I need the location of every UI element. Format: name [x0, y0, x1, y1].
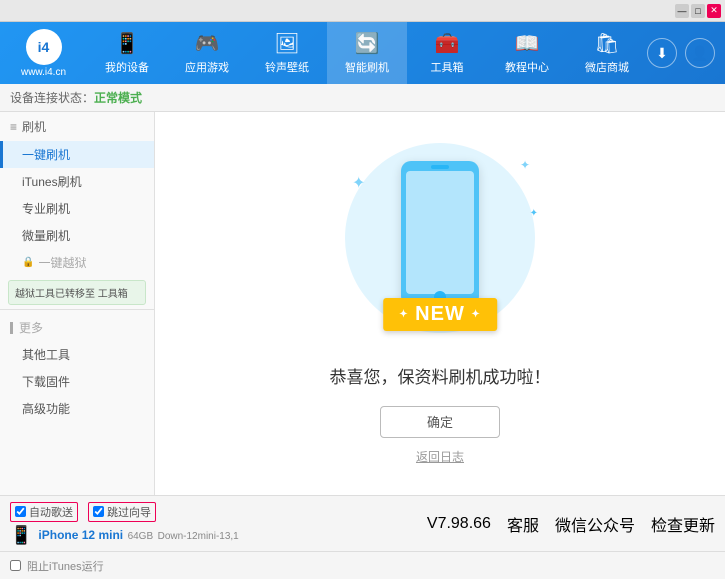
- nav-toolbox-icon: 🧰: [435, 31, 460, 56]
- user-button[interactable]: 👤: [685, 38, 715, 68]
- nav-apps[interactable]: 🎮 应用游戏: [167, 22, 247, 84]
- nav-apps-label: 应用游戏: [185, 59, 229, 75]
- sparkle-2: ✦: [520, 158, 530, 172]
- sidebar-item-download-fw[interactable]: 下载固件: [0, 368, 154, 395]
- sidebar-item-advanced[interactable]: 高级功能: [0, 395, 154, 422]
- nav-toolbox[interactable]: 🧰 工具箱: [407, 22, 487, 84]
- sparkle-3: ✦: [530, 208, 538, 219]
- maximize-button[interactable]: □: [691, 4, 705, 18]
- title-bar: — □ ✕: [0, 0, 725, 22]
- back-log-link[interactable]: 返回日志: [416, 448, 464, 465]
- sidebar-flash-label: 刷机: [22, 118, 46, 135]
- nav-right: ⬇ 👤: [647, 38, 725, 68]
- device-phone-icon: 📱: [10, 525, 32, 546]
- sidebar-item-itunes[interactable]: iTunes刷机: [0, 168, 154, 195]
- nav-smart-flash[interactable]: 🔄 智能刷机: [327, 22, 407, 84]
- checkbox-skip-input[interactable]: [93, 506, 104, 517]
- flash-section-icon: ≡: [10, 120, 17, 134]
- nav-wallpaper[interactable]: 🖼 铃声壁纸: [247, 22, 327, 84]
- nav-wallpaper-icon: 🖼: [274, 31, 299, 56]
- nav-weidian-icon: 🛍: [594, 31, 619, 56]
- status-value: 正常模式: [94, 89, 142, 106]
- nav-apps-icon: 🎮: [195, 31, 220, 56]
- itunes-label: 阻止iTunes运行: [27, 558, 104, 574]
- status-bar: 设备连接状态： 正常模式: [0, 84, 725, 112]
- section-bar: [10, 322, 13, 334]
- phone-speaker: [431, 165, 449, 169]
- logo-text: www.i4.cn: [21, 67, 66, 78]
- sidebar-section-flash[interactable]: ≡ 刷机: [0, 112, 154, 141]
- illustration: ✦ NEW ✦ ✦ ✦ ✦: [330, 143, 550, 353]
- download-button[interactable]: ⬇: [647, 38, 677, 68]
- sidebar-item-pro[interactable]: 专业刷机: [0, 195, 154, 222]
- phone-body: [401, 161, 479, 306]
- nav-tutorial-label: 教程中心: [505, 59, 549, 75]
- sidebar-item-onekey[interactable]: 一键刷机: [0, 141, 154, 168]
- device-info: iPhone 12 mini 64GB Down-12mini-13,1: [38, 526, 238, 544]
- confirm-button[interactable]: 确定: [380, 406, 500, 438]
- close-button[interactable]: ✕: [707, 4, 721, 18]
- logo[interactable]: i4 www.i4.cn: [0, 29, 87, 78]
- bottom-right: V7.98.66 客服 微信公众号 检查更新: [427, 512, 715, 536]
- version-label: V7.98.66: [427, 515, 491, 533]
- service-link[interactable]: 客服: [507, 512, 539, 536]
- lock-icon: 🔒: [22, 257, 34, 268]
- checkbox-auto-delivery[interactable]: 自动歌送: [10, 502, 78, 522]
- check-update-link[interactable]: 检查更新: [651, 512, 715, 536]
- notice-box: 越狱工具已转移至 工具箱: [8, 280, 146, 305]
- device-name: iPhone 12 mini: [38, 528, 123, 542]
- navbar: i4 www.i4.cn 📱 我的设备 🎮 应用游戏 🖼 铃声壁纸 🔄 智能刷机…: [0, 22, 725, 84]
- nav-my-device-label: 我的设备: [105, 59, 149, 75]
- download-icon: ⬇: [656, 45, 668, 62]
- wechat-public-link[interactable]: 微信公众号: [555, 512, 635, 536]
- logo-icon: i4: [26, 29, 62, 65]
- nav-toolbox-label: 工具箱: [431, 59, 464, 75]
- status-label: 设备连接状态：: [10, 89, 94, 106]
- sparkle-1: ✦: [352, 173, 365, 193]
- success-text: 恭喜您，保资料刷机成功啦！: [330, 363, 551, 388]
- sidebar-divider: [0, 309, 154, 310]
- user-icon: 👤: [691, 45, 708, 62]
- nav-weidian[interactable]: 🛍 微店商城: [567, 22, 647, 84]
- nav-tutorial[interactable]: 📖 教程中心: [487, 22, 567, 84]
- bottom-bar: 阻止iTunes运行: [0, 551, 725, 579]
- nav-smart-flash-label: 智能刷机: [345, 59, 389, 75]
- main-area: ≡ 刷机 一键刷机 iTunes刷机 专业刷机 微量刷机 🔒 一键越狱 越狱工具…: [0, 112, 725, 495]
- sidebar: ≡ 刷机 一键刷机 iTunes刷机 专业刷机 微量刷机 🔒 一键越狱 越狱工具…: [0, 112, 155, 495]
- checkbox-skip-wizard[interactable]: 跳过向导: [88, 502, 156, 522]
- nav-tutorial-icon: 📖: [515, 31, 540, 56]
- new-ribbon: ✦ NEW ✦: [383, 298, 497, 331]
- device-storage: 64GB: [128, 531, 154, 542]
- itunes-bar-left: 阻止iTunes运行: [10, 558, 104, 574]
- nav-weidian-label: 微店商城: [585, 59, 629, 75]
- nav-items: 📱 我的设备 🎮 应用游戏 🖼 铃声壁纸 🔄 智能刷机 🧰 工具箱 📖 教程中心…: [87, 22, 647, 84]
- sidebar-item-micro[interactable]: 微量刷机: [0, 222, 154, 249]
- checkbox-row: 自动歌送 跳过向导: [10, 502, 239, 522]
- minimize-button[interactable]: —: [675, 4, 689, 18]
- sidebar-item-jailbreak: 🔒 一键越狱: [0, 249, 154, 276]
- bottom-left: 自动歌送 跳过向导 📱 iPhone 12 mini 64GB Down-12m…: [10, 502, 239, 546]
- bottom-area: 自动歌送 跳过向导 📱 iPhone 12 mini 64GB Down-12m…: [0, 495, 725, 551]
- checkbox-auto-input[interactable]: [15, 506, 26, 517]
- itunes-checkbox[interactable]: [10, 560, 21, 571]
- device-model: Down-12mini-13,1: [158, 531, 239, 542]
- sidebar-section-more: 更多: [0, 314, 154, 341]
- nav-my-device-icon: 📱: [115, 31, 140, 56]
- nav-my-device[interactable]: 📱 我的设备: [87, 22, 167, 84]
- content-area: ✦ NEW ✦ ✦ ✦ ✦ 恭喜您，保资料刷机成功啦！ 确定 返回日志: [155, 112, 725, 495]
- nav-wallpaper-label: 铃声壁纸: [265, 59, 309, 75]
- sidebar-item-other-tools[interactable]: 其他工具: [0, 341, 154, 368]
- phone-screen: [406, 171, 474, 294]
- device-row: 📱 iPhone 12 mini 64GB Down-12mini-13,1: [10, 525, 239, 546]
- nav-smart-flash-icon: 🔄: [355, 31, 380, 56]
